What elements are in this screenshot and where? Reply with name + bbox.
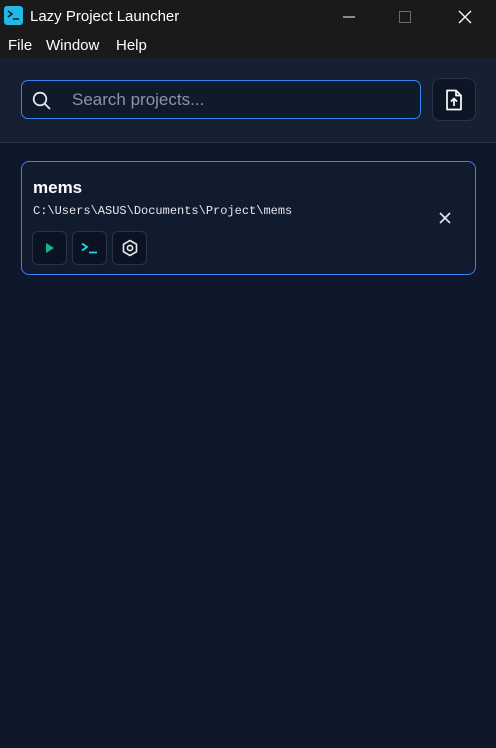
close-icon: [458, 10, 472, 23]
maximize-icon: [399, 10, 411, 23]
search-input[interactable]: [72, 89, 402, 111]
close-icon: [439, 212, 451, 224]
play-icon: [45, 243, 54, 253]
search-header: [0, 58, 496, 143]
run-project-button[interactable]: [32, 231, 67, 265]
close-window-button[interactable]: [442, 0, 488, 33]
minimize-icon: [343, 16, 355, 17]
minimize-button[interactable]: [326, 0, 372, 33]
menu-file[interactable]: File: [8, 37, 32, 54]
app-terminal-icon: [4, 6, 23, 25]
project-settings-button[interactable]: [112, 231, 147, 265]
maximize-button[interactable]: [382, 0, 428, 33]
window-title: Lazy Project Launcher: [30, 8, 180, 25]
open-terminal-button[interactable]: [72, 231, 107, 265]
remove-project-button[interactable]: [435, 208, 455, 228]
file-upload-icon: [446, 89, 462, 110]
settings-icon: [122, 239, 137, 257]
terminal-icon: [80, 242, 97, 254]
menu-help[interactable]: Help: [116, 37, 147, 54]
project-name: mems: [33, 178, 83, 197]
project-path: C:\Users\ASUS\Documents\Project\mems: [33, 204, 293, 218]
project-card[interactable]: mems C:\Users\ASUS\Documents\Project\mem…: [21, 161, 476, 275]
menu-bar: File Window Help: [0, 33, 496, 58]
title-bar: Lazy Project Launcher: [0, 0, 496, 33]
search-icon: [32, 91, 51, 110]
search-box[interactable]: [21, 80, 421, 119]
menu-window[interactable]: Window: [46, 37, 99, 54]
import-project-button[interactable]: [432, 78, 476, 121]
